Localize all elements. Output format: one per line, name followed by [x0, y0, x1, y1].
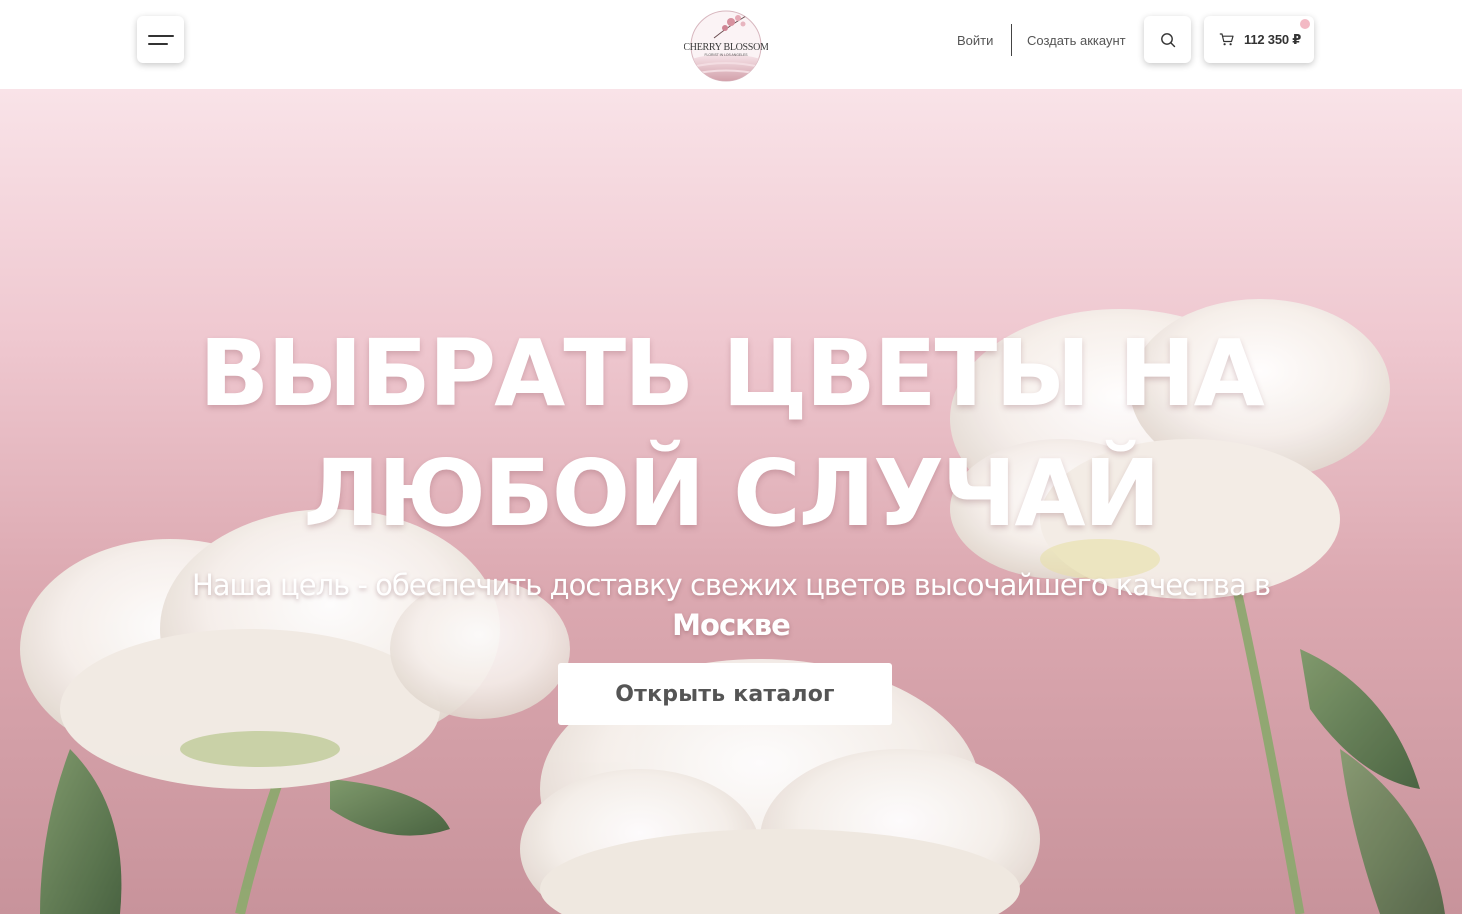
svg-text:CHERRY BLOSSOM: CHERRY BLOSSOM — [684, 42, 768, 53]
search-icon — [1160, 32, 1175, 47]
site-header: CHERRY BLOSSOM FLORIST IN LOS ANGELES Во… — [0, 0, 1462, 89]
cart-notification-badge — [1300, 19, 1310, 29]
hamburger-icon — [147, 34, 174, 45]
hero-subtitle-city: Москве — [672, 608, 791, 642]
cart-button[interactable]: 112 350 ₽ — [1204, 16, 1314, 63]
search-button[interactable] — [1144, 16, 1191, 63]
cart-total: 112 350 ₽ — [1244, 31, 1302, 47]
open-catalog-button[interactable]: Открыть каталог — [558, 663, 892, 725]
menu-button[interactable] — [137, 16, 184, 63]
site-logo[interactable]: CHERRY BLOSSOM FLORIST IN LOS ANGELES — [683, 8, 769, 84]
hero-banner: ВЫБРАТЬ ЦВЕТЫ НА ЛЮБОЙ СЛУЧАЙ Наша цель … — [0, 89, 1462, 914]
hero-title: ВЫБРАТЬ ЦВЕТЫ НА ЛЮБОЙ СЛУЧАЙ — [199, 320, 1265, 547]
login-link[interactable]: Войти — [957, 24, 993, 56]
hero-subtitle: Наша цель - обеспечить доставку свежих ц… — [131, 565, 1331, 645]
svg-text:FLORIST IN LOS ANGELES: FLORIST IN LOS ANGELES — [704, 53, 748, 57]
cart-icon — [1219, 33, 1234, 46]
auth-divider — [1011, 24, 1012, 56]
cherry-blossom-logo-icon: CHERRY BLOSSOM FLORIST IN LOS ANGELES — [683, 10, 769, 82]
hero-subtitle-text: Наша цель - обеспечить доставку свежих ц… — [191, 568, 1271, 602]
register-link[interactable]: Создать аккаунт — [1027, 24, 1126, 56]
